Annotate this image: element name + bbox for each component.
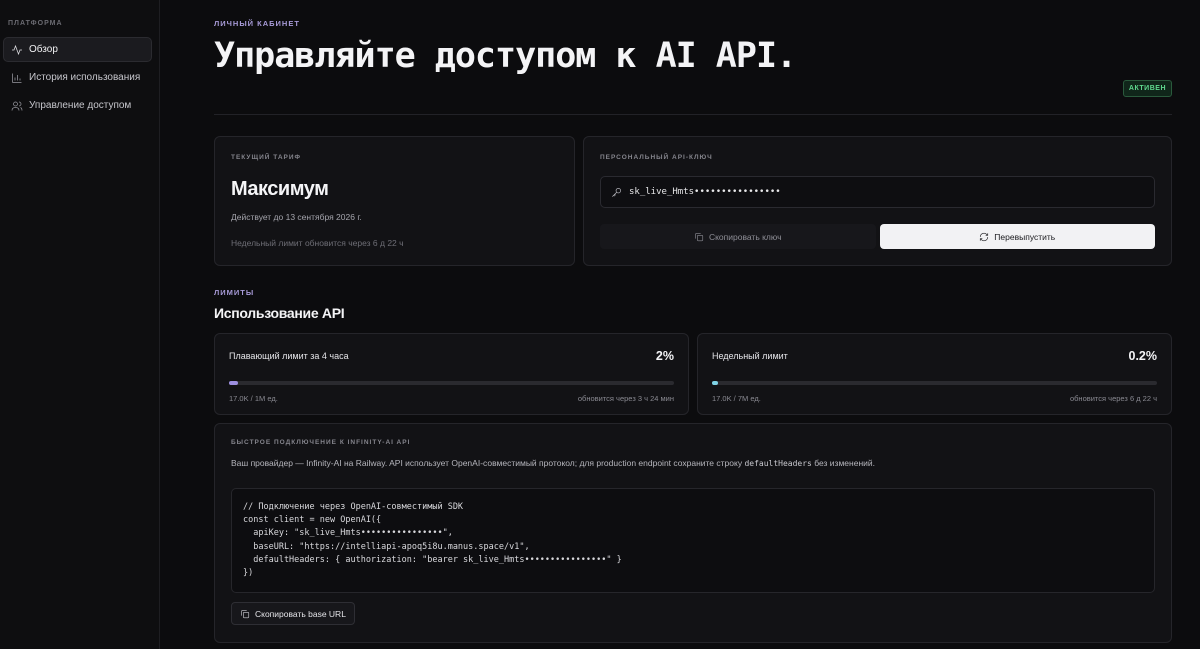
usage-progress-track bbox=[229, 381, 674, 385]
copy-icon bbox=[241, 609, 250, 618]
usage-card-rolling: Плавающий лимит за 4 часа 2% 17.0K / 1M … bbox=[214, 333, 689, 415]
usage-progress-track bbox=[712, 381, 1157, 385]
description-text: Ваш провайдер — Infinity-AI на Railway. … bbox=[231, 458, 745, 468]
limits-eyebrow: ЛИМИТЫ bbox=[214, 288, 255, 297]
quick-connect-description: Ваш провайдер — Infinity-AI на Railway. … bbox=[231, 458, 1155, 468]
plan-label: ТЕКУЩИЙ ТАРИФ bbox=[231, 154, 302, 161]
bar-chart-icon bbox=[12, 73, 22, 83]
usage-progress-fill bbox=[712, 381, 718, 385]
usage-name: Плавающий лимит за 4 часа bbox=[229, 351, 349, 361]
usage-amount: 17.0K / 1M ед. bbox=[229, 394, 278, 403]
copy-key-button[interactable]: Скопировать ключ bbox=[600, 224, 876, 249]
copy-key-label: Скопировать ключ bbox=[708, 231, 782, 242]
users-icon bbox=[11, 101, 23, 111]
code-line: baseURL: "https://intelliapi-apoq5i8u.ma… bbox=[243, 541, 530, 552]
usage-percent: 2% bbox=[655, 349, 674, 363]
usage-progress-fill bbox=[229, 381, 238, 385]
plan-name: Максимум bbox=[231, 178, 329, 200]
code-snippet[interactable]: // Подключение через OpenAI-совместимый … bbox=[231, 488, 1155, 593]
copy-base-url-button[interactable]: Скопировать base URL bbox=[231, 602, 355, 625]
plan-card: ТЕКУЩИЙ ТАРИФ Максимум Действует до 13 с… bbox=[214, 136, 575, 266]
quick-connect-label: БЫСТРОЕ ПОДКЛЮЧЕНИЕ К INFINITY-AI API bbox=[231, 439, 411, 446]
usage-amount: 17.0K / 7M ед. bbox=[712, 394, 761, 403]
sidebar-item-overview[interactable]: Обзор bbox=[3, 37, 152, 62]
usage-name: Недельный лимит bbox=[712, 351, 788, 361]
sidebar-item-label: Управление доступом bbox=[29, 100, 132, 111]
api-key-label: ПЕРСОНАЛЬНЫЙ API-КЛЮЧ bbox=[600, 154, 713, 161]
activity-icon bbox=[12, 44, 22, 55]
code-line: }) bbox=[243, 568, 254, 579]
api-key-card: ПЕРСОНАЛЬНЫЙ API-КЛЮЧ sk_live_Hmts••••••… bbox=[583, 136, 1172, 266]
sidebar-item-label: История использования bbox=[29, 72, 141, 83]
key-icon bbox=[612, 187, 621, 197]
plan-weekly-reset: Недельный лимит обновится через 6 д 22 ч bbox=[231, 238, 404, 248]
status-badge: АКТИВЕН bbox=[1122, 80, 1172, 97]
sidebar: ПЛАТФОРМА Обзор История использования Уп… bbox=[0, 0, 160, 649]
refresh-icon bbox=[980, 232, 989, 241]
sidebar-item-usage-history[interactable]: История использования bbox=[3, 65, 152, 90]
sidebar-item-label: Обзор bbox=[29, 44, 58, 55]
code-line: const client = new OpenAI({ bbox=[243, 515, 382, 526]
description-code: defaultHeaders bbox=[744, 459, 812, 468]
reissue-key-button[interactable]: Перевыпустить bbox=[879, 224, 1155, 249]
page-title: Управляйте доступом к AI API. bbox=[214, 36, 797, 76]
plan-valid-until: Действует до 13 сентября 2026 г. bbox=[231, 212, 362, 222]
reissue-key-label: Перевыпустить bbox=[994, 231, 1056, 242]
description-text: без изменений. bbox=[811, 458, 875, 468]
usage-card-weekly: Недельный лимит 0.2% 17.0K / 7M ед. обно… bbox=[697, 333, 1172, 415]
copy-icon bbox=[695, 232, 704, 241]
usage-percent: 0.2% bbox=[1128, 349, 1158, 363]
api-key-field[interactable]: sk_live_Hmts•••••••••••••••• bbox=[600, 176, 1155, 208]
usage-reset: обновится через 3 ч 24 мин bbox=[577, 394, 674, 403]
code-line: apiKey: "sk_live_Hmts••••••••••••••••", bbox=[243, 528, 453, 539]
copy-base-url-label: Скопировать base URL bbox=[255, 608, 346, 619]
code-line: defaultHeaders: { authorization: "bearer… bbox=[243, 554, 622, 565]
code-line: // Подключение через OpenAI-совместимый … bbox=[243, 502, 464, 512]
api-key-value: sk_live_Hmts•••••••••••••••• bbox=[629, 187, 781, 197]
quick-connect-card: БЫСТРОЕ ПОДКЛЮЧЕНИЕ К INFINITY-AI API Ва… bbox=[214, 423, 1172, 643]
sidebar-item-access-management[interactable]: Управление доступом bbox=[3, 93, 152, 118]
header-divider bbox=[214, 114, 1172, 115]
page-eyebrow: ЛИЧНЫЙ КАБИНЕТ bbox=[214, 19, 300, 28]
usage-reset: обновится через 6 д 22 ч bbox=[1069, 394, 1157, 403]
limits-title: Использование API bbox=[214, 305, 345, 321]
sidebar-section-label: ПЛАТФОРМА bbox=[8, 20, 63, 27]
